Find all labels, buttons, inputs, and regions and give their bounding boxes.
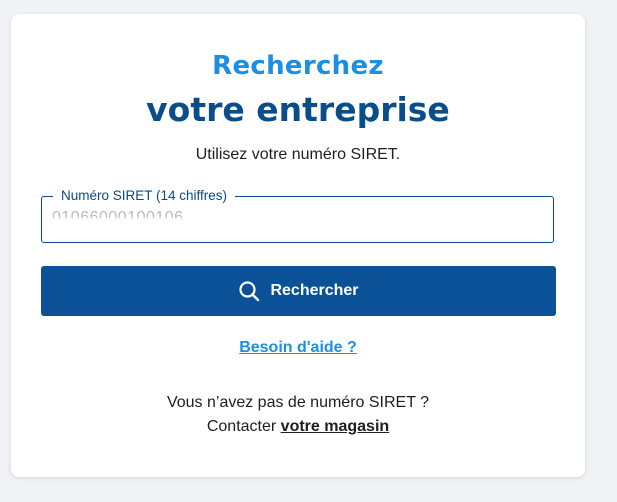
- contact-prefix: Contacter: [206, 418, 277, 435]
- subtitle: Utilisez votre numéro SIRET.: [195, 146, 401, 163]
- siret-field-label: Numéro SIRET (14 chiffres): [53, 187, 236, 205]
- search-card: Recherchez votre entreprise Utilisez vot…: [11, 14, 585, 477]
- no-siret-text: Vous n’avez pas de numéro SIRET ?: [166, 394, 430, 411]
- help-link-container: Besoin d'aide ?: [11, 339, 585, 357]
- siret-input[interactable]: [52, 209, 532, 227]
- help-link[interactable]: Besoin d'aide ?: [239, 339, 357, 356]
- contact-store-link[interactable]: votre magasin: [281, 418, 389, 435]
- search-button-label: Rechercher: [270, 282, 359, 299]
- search-icon: [238, 280, 260, 302]
- search-button[interactable]: Rechercher: [41, 266, 556, 316]
- siret-field[interactable]: Numéro SIRET (14 chiffres): [41, 187, 554, 243]
- title-line-1: Recherchez: [212, 51, 384, 81]
- title-line-2: votre entreprise: [146, 90, 450, 129]
- contact-line: Contacter votre magasin: [11, 416, 585, 438]
